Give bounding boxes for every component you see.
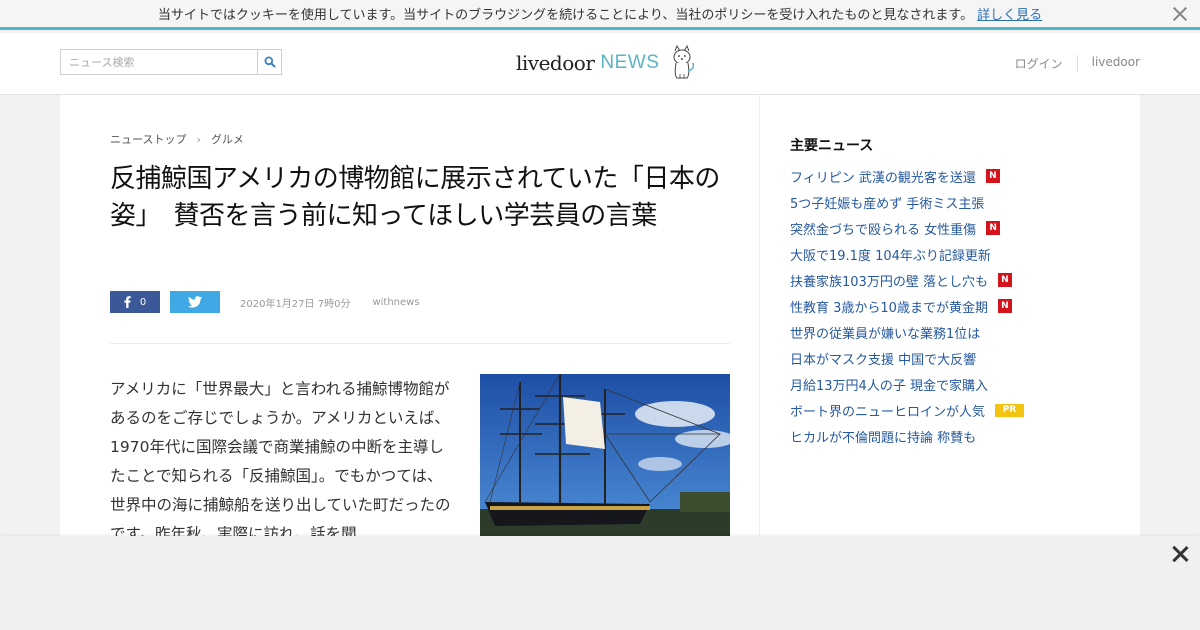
search-box <box>60 49 282 75</box>
divider <box>110 343 730 344</box>
news-link[interactable]: ヒカルが不倫問題に持論 称賛も <box>790 427 976 446</box>
facebook-share-button[interactable]: 0 <box>110 291 160 313</box>
dog-mascot-icon <box>673 45 695 79</box>
article-source[interactable]: withnews <box>372 297 419 308</box>
header-links: ログイン livedoor <box>1015 55 1140 72</box>
close-icon[interactable] <box>1170 544 1190 564</box>
twitter-icon <box>188 296 202 308</box>
top-news-list: フィリピン 武漢の観光客を送還 N 5つ子妊娠も産めず 手術ミス主張 突然金づちで… <box>790 163 1025 449</box>
list-item[interactable]: 扶養家族103万円の壁 落とし穴も N <box>790 267 1024 293</box>
article-title: 反捕鯨国アメリカの博物館に展示されていた「日本の姿」 賛否を言う前に知ってほしい… <box>110 164 720 231</box>
article-body: アメリカに「世界最大」と言われる捕鯨博物館があるのをご存じでしょうか。アメリカと… <box>110 380 451 543</box>
login-link[interactable]: ログイン <box>1015 55 1077 72</box>
search-button[interactable] <box>257 50 281 74</box>
facebook-share-count: 0 <box>139 296 147 308</box>
news-link[interactable]: 日本がマスク支援 中国で大反響 <box>790 349 976 368</box>
site-logo[interactable]: livedoor NEWS <box>516 43 697 83</box>
news-link[interactable]: 月給13万円4人の子 現金で家購入 <box>790 375 988 394</box>
cookie-consent-bar: 当サイトではクッキーを使用しています。当サイトのブラウジングを続けることにより、… <box>0 0 1200 30</box>
ship-photo-image <box>480 374 730 536</box>
news-link[interactable]: ボート界のニューヒロインが人気 <box>790 401 985 420</box>
list-item[interactable]: 日本がマスク支援 中国で大反響 <box>790 345 1024 371</box>
news-link[interactable]: 扶養家族103万円の壁 落とし穴も <box>790 271 988 290</box>
search-icon <box>264 56 276 68</box>
twitter-share-button[interactable] <box>170 291 220 313</box>
facebook-icon <box>124 296 131 308</box>
cookie-details-link[interactable]: 詳しく見る <box>977 4 1042 23</box>
news-link[interactable]: 性教育 3歳から10歳までが黄金期 <box>790 297 988 316</box>
list-item[interactable]: フィリピン 武漢の観光客を送還 N <box>790 163 1024 189</box>
article-photo[interactable] <box>480 374 730 536</box>
new-badge: N <box>985 169 1000 183</box>
list-item[interactable]: 5つ子妊娠も産めず 手術ミス主張 <box>790 189 1024 215</box>
close-icon[interactable] <box>1172 6 1188 22</box>
ad-overlay <box>0 536 1200 630</box>
sidebar-title: 主要ニュース <box>790 138 874 154</box>
livedoor-link[interactable]: livedoor <box>1076 55 1140 72</box>
breadcrumb-item-gourmet[interactable]: グルメ <box>211 131 244 147</box>
new-badge: N <box>997 273 1012 287</box>
list-item[interactable]: ボート界のニューヒロインが人気 PR <box>790 397 1025 423</box>
list-item[interactable]: 性教育 3歳から10歳までが黄金期 N <box>790 293 1024 319</box>
news-link[interactable]: 5つ子妊娠も産めず 手術ミス主張 <box>790 193 984 212</box>
list-item[interactable]: 突然金づちで殴られる 女性重傷 N <box>790 215 1024 241</box>
breadcrumb-item-news-top[interactable]: ニューストップ <box>110 131 186 147</box>
logo-livedoor-text: livedoor <box>516 51 595 75</box>
cookie-message: 当サイトではクッキーを使用しています。当サイトのブラウジングを続けることにより、… <box>157 8 974 23</box>
logo-news-text: NEWS <box>600 52 660 73</box>
share-row: 0 2020年1月27日 7時0分 withnews <box>110 291 420 313</box>
news-link[interactable]: フィリピン 武漢の観光客を送還 <box>790 167 976 186</box>
new-badge: N <box>986 221 1001 235</box>
pr-badge: PR <box>995 403 1025 417</box>
news-link[interactable]: 大阪で19.1度 104年ぶり記録更新 <box>790 245 991 264</box>
page-content: ニューストップ › グルメ 反捕鯨国アメリカの博物館に展示されていた「日本の姿」… <box>60 95 1140 543</box>
breadcrumb: ニューストップ › グルメ <box>110 131 244 147</box>
list-item[interactable]: 大阪で19.1度 104年ぶり記録更新 <box>790 241 1024 267</box>
list-item[interactable]: 月給13万円4人の子 現金で家購入 <box>790 371 1024 397</box>
chevron-right-icon: › <box>196 132 201 146</box>
article-date: 2020年1月27日 7時0分 <box>240 298 351 310</box>
search-input[interactable] <box>61 50 257 74</box>
list-item[interactable]: ヒカルが不倫問題に持論 称賛も <box>790 423 1024 449</box>
site-header: livedoor NEWS ログイン livedoor <box>0 33 1200 95</box>
news-link[interactable]: 突然金づちで殴られる 女性重傷 <box>790 219 976 238</box>
news-link[interactable]: 世界の従業員が嫌いな業務1位は <box>790 323 980 342</box>
list-item[interactable]: 世界の従業員が嫌いな業務1位は <box>790 319 1024 345</box>
new-badge: N <box>997 299 1012 313</box>
article-column: ニューストップ › グルメ 反捕鯨国アメリカの博物館に展示されていた「日本の姿」… <box>60 95 760 543</box>
